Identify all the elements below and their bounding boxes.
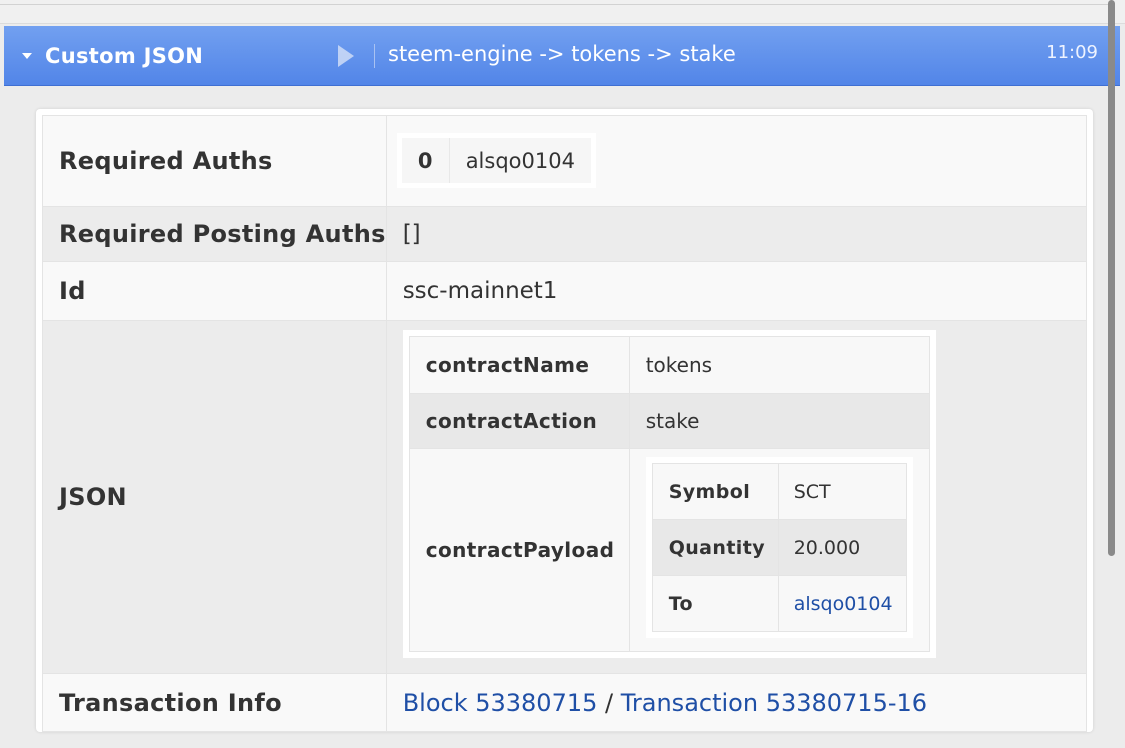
json-table: contractName tokens contractAction stake… bbox=[408, 336, 930, 652]
required-auths-value: 0 alsqo0104 bbox=[385, 115, 1088, 207]
row-required-auths: Required Auths 0 alsqo0104 bbox=[42, 115, 1088, 207]
json-row-contract-payload: contractPayload Symbol SCT Quantity 20.0… bbox=[408, 448, 930, 652]
operation-details-panel: Required Auths 0 alsqo0104 Required Post… bbox=[36, 109, 1093, 732]
row-required-posting-auths: Required Posting Auths [] bbox=[42, 206, 1088, 262]
to-key: To bbox=[651, 575, 779, 632]
json-value: contractName tokens contractAction stake… bbox=[385, 320, 1088, 674]
operation-title: Custom JSON bbox=[45, 43, 204, 68]
contract-name-key: contractName bbox=[408, 336, 630, 394]
contract-payload-key: contractPayload bbox=[408, 448, 630, 652]
id-value: ssc-mainnet1 bbox=[385, 261, 1088, 321]
block-link[interactable]: Block 53380715 bbox=[403, 689, 598, 717]
id-label: Id bbox=[42, 261, 387, 321]
symbol-key: Symbol bbox=[651, 463, 779, 520]
previous-item-edge bbox=[0, 0, 1111, 5]
json-table-wrap: contractName tokens contractAction stake… bbox=[402, 330, 936, 658]
json-row-contract-action: contractAction stake bbox=[408, 393, 930, 449]
required-auths-label: Required Auths bbox=[42, 115, 387, 207]
auth-index: 0 bbox=[398, 135, 450, 186]
scrollbar[interactable] bbox=[1108, 0, 1115, 556]
transaction-info-label: Transaction Info bbox=[42, 673, 387, 732]
required-posting-auths-value: [] bbox=[385, 206, 1088, 262]
quantity-value: 20.000 bbox=[777, 519, 907, 576]
auth-account: alsqo0104 bbox=[448, 135, 594, 186]
operation-header[interactable]: Custom JSON steem-engine -> tokens -> st… bbox=[4, 26, 1120, 86]
contract-action-key: contractAction bbox=[408, 393, 630, 449]
operation-details-table: Required Auths 0 alsqo0104 Required Post… bbox=[42, 115, 1088, 732]
caret-down-icon[interactable] bbox=[22, 52, 32, 59]
top-strip bbox=[0, 0, 1125, 24]
row-transaction-info: Transaction Info Block 53380715 / Transa… bbox=[42, 673, 1088, 732]
required-auths-list: 0 alsqo0104 bbox=[396, 133, 596, 188]
quantity-key: Quantity bbox=[651, 519, 779, 576]
row-json: JSON contractName tokens contractAction bbox=[42, 320, 1088, 674]
payload-table-wrap: Symbol SCT Quantity 20.000 To alsqo0104 bbox=[645, 457, 913, 638]
operation-path: steem-engine -> tokens -> stake bbox=[388, 42, 736, 66]
play-icon[interactable] bbox=[338, 45, 354, 67]
transaction-info-value: Block 53380715 / Transaction 53380715-16 bbox=[385, 673, 1088, 732]
operation-time: 11:09 bbox=[1046, 42, 1098, 63]
to-account-link[interactable]: alsqo0104 bbox=[794, 593, 893, 615]
json-label: JSON bbox=[42, 320, 387, 674]
symbol-value: SCT bbox=[777, 463, 907, 520]
header-separator bbox=[374, 44, 375, 68]
json-row-contract-name: contractName tokens bbox=[408, 336, 930, 394]
contract-payload-value: Symbol SCT Quantity 20.000 To alsqo0104 bbox=[628, 448, 930, 652]
contract-name-value: tokens bbox=[628, 336, 930, 394]
transaction-link[interactable]: Transaction 53380715-16 bbox=[621, 689, 927, 717]
payload-row-symbol: Symbol SCT bbox=[651, 463, 907, 520]
payload-row-to: To alsqo0104 bbox=[651, 575, 907, 632]
contract-action-value: stake bbox=[628, 393, 930, 449]
to-value: alsqo0104 bbox=[777, 575, 907, 632]
row-id: Id ssc-mainnet1 bbox=[42, 261, 1088, 321]
payload-table: Symbol SCT Quantity 20.000 To alsqo0104 bbox=[651, 463, 907, 632]
transaction-info-separator: / bbox=[605, 688, 614, 717]
required-posting-auths-label: Required Posting Auths bbox=[42, 206, 387, 262]
payload-row-quantity: Quantity 20.000 bbox=[651, 519, 907, 576]
